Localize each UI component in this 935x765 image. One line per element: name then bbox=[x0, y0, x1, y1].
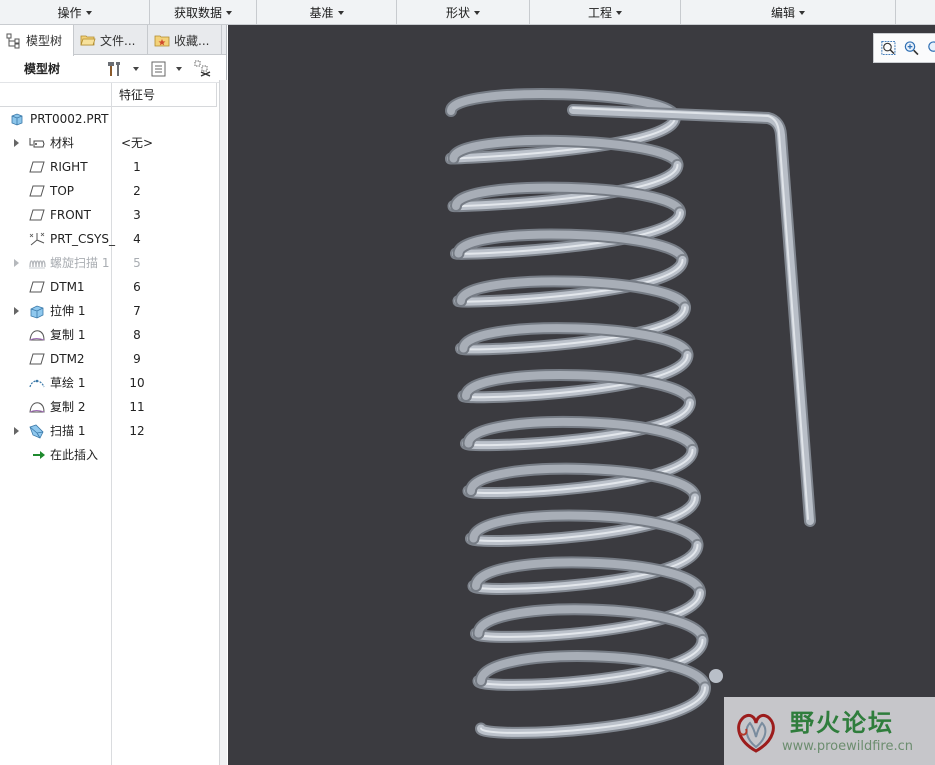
model-tree-toolbar: 模型树 bbox=[0, 55, 226, 83]
zoom-out-icon[interactable] bbox=[926, 39, 935, 57]
ribbon-group-engineering[interactable]: 工程 bbox=[530, 0, 681, 25]
spring-coils bbox=[445, 88, 711, 739]
folder-icon bbox=[80, 35, 96, 46]
chevron-down-icon bbox=[799, 11, 805, 15]
model-tree-icon bbox=[6, 33, 20, 48]
copy-surface-icon bbox=[29, 330, 45, 341]
tree-column-header: 特征号 bbox=[0, 83, 217, 107]
ribbon-group-overflow bbox=[896, 0, 935, 25]
graphics-viewport[interactable] bbox=[228, 25, 935, 765]
datum-plane-icon bbox=[29, 281, 45, 293]
navigator-tabs: 模型树 文件... 收藏... bbox=[0, 25, 226, 56]
chevron-down-icon bbox=[616, 11, 622, 15]
tree-show-hide-icon[interactable] bbox=[194, 60, 212, 78]
tree-item-dtm2[interactable]: DTM2 9 bbox=[0, 347, 217, 371]
tree-item-material[interactable]: 材料 <无> bbox=[0, 131, 217, 155]
tree-item-helical-sweep[interactable]: 螺旋扫描 1 5 bbox=[0, 251, 217, 275]
datum-plane-icon bbox=[29, 185, 45, 197]
tree-item-sketch[interactable]: 草绘 1 10 bbox=[0, 371, 217, 395]
sketch-icon bbox=[29, 379, 45, 388]
tree-item-sweep[interactable]: 扫描 1 12 bbox=[0, 419, 217, 443]
ribbon-group-datum[interactable]: 基准 bbox=[257, 0, 397, 25]
ribbon-group-get-data[interactable]: 获取数据 bbox=[150, 0, 257, 25]
model-tree-title: 模型树 bbox=[24, 62, 61, 76]
column-header-feature-id[interactable]: 特征号 bbox=[111, 83, 217, 107]
forum-watermark: 野火论坛 www.proewildfire.cn bbox=[724, 697, 935, 765]
spring-end-cap bbox=[709, 669, 723, 683]
ribbon-group-operations[interactable]: 操作 bbox=[0, 0, 150, 25]
tree-item-dtm1[interactable]: DTM1 6 bbox=[0, 275, 217, 299]
forum-logo-icon bbox=[737, 713, 775, 753]
tree-item-front[interactable]: FRONT 3 bbox=[0, 203, 217, 227]
datum-plane-icon bbox=[29, 209, 45, 221]
ribbon-group-editing[interactable]: 编辑 bbox=[681, 0, 896, 25]
refit-zoom-icon[interactable] bbox=[880, 39, 897, 57]
navigator-panel: 模型树 文件... 收藏... 模型树 特征号 PRT0002.PRT 材料 <… bbox=[0, 25, 227, 765]
tree-filter-list-icon[interactable] bbox=[150, 60, 168, 78]
ribbon-group-shapes[interactable]: 形状 bbox=[397, 0, 530, 25]
tree-item-right[interactable]: RIGHT 1 bbox=[0, 155, 217, 179]
tree-item-top[interactable]: TOP 2 bbox=[0, 179, 217, 203]
datum-plane-icon bbox=[29, 353, 45, 365]
insert-here-arrow-icon bbox=[33, 451, 45, 459]
chevron-down-icon bbox=[474, 11, 480, 15]
expand-arrow-icon[interactable] bbox=[14, 139, 19, 147]
copy-surface-icon bbox=[29, 402, 45, 413]
panel-sash[interactable] bbox=[219, 80, 227, 765]
tab-folder-browser[interactable]: 文件... bbox=[74, 25, 148, 55]
spring-model[interactable] bbox=[228, 25, 935, 765]
chevron-down-icon[interactable] bbox=[133, 67, 139, 71]
expand-arrow-icon[interactable] bbox=[14, 259, 19, 267]
chevron-down-icon[interactable] bbox=[176, 67, 182, 71]
tab-favorites[interactable]: 收藏... bbox=[148, 25, 222, 55]
csys-icon bbox=[29, 232, 45, 246]
ribbon-group-bar: 操作 获取数据 基准 形状 工程 编辑 bbox=[0, 0, 935, 25]
material-icon bbox=[29, 138, 45, 148]
favorites-icon bbox=[154, 35, 170, 47]
tree-insert-here-marker[interactable]: 在此插入 bbox=[0, 443, 217, 467]
tree-root-part[interactable]: PRT0002.PRT bbox=[0, 107, 217, 131]
watermark-url: www.proewildfire.cn bbox=[782, 739, 913, 754]
expand-arrow-icon[interactable] bbox=[14, 427, 19, 435]
extrude-icon bbox=[30, 305, 44, 319]
spring-coil-turn bbox=[477, 683, 709, 737]
tab-model-tree[interactable]: 模型树 bbox=[0, 25, 74, 56]
chevron-down-icon bbox=[226, 11, 232, 15]
part-icon bbox=[11, 113, 23, 126]
watermark-title: 野火论坛 bbox=[790, 709, 894, 737]
tree-item-extrude[interactable]: 拉伸 1 7 bbox=[0, 299, 217, 323]
sweep-icon bbox=[29, 424, 44, 439]
helical-sweep-icon bbox=[29, 260, 46, 269]
model-tree: PRT0002.PRT 材料 <无> RIGHT 1 TOP 2 FRONT 3… bbox=[0, 107, 217, 467]
zoom-in-icon[interactable] bbox=[903, 39, 920, 57]
chevron-down-icon bbox=[85, 11, 92, 15]
datum-plane-icon bbox=[29, 161, 45, 173]
tree-settings-tools-icon[interactable] bbox=[106, 60, 124, 78]
chevron-down-icon bbox=[337, 11, 344, 15]
view-toolbar bbox=[873, 33, 935, 63]
tree-item-copy-1[interactable]: 复制 1 8 bbox=[0, 323, 217, 347]
tree-item-csys[interactable]: PRT_CSYS_ 4 bbox=[0, 227, 217, 251]
expand-arrow-icon[interactable] bbox=[14, 307, 19, 315]
tree-item-copy-2[interactable]: 复制 2 11 bbox=[0, 395, 217, 419]
